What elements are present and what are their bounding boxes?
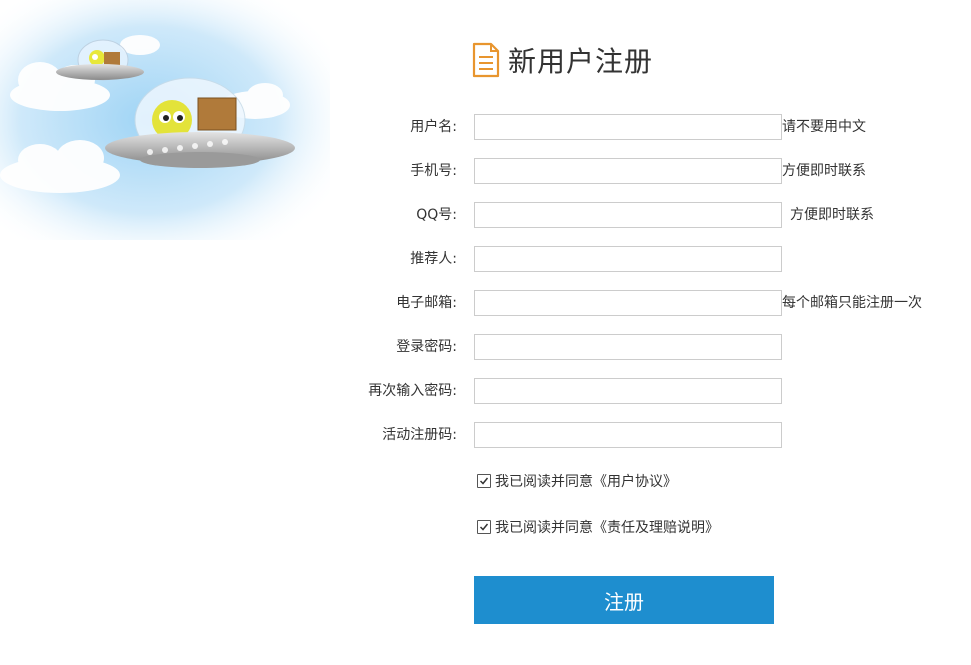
phone-hint: 方便即时联系: [782, 163, 866, 179]
activation-code-input[interactable]: [474, 422, 782, 448]
user-agreement-checkbox[interactable]: [477, 474, 491, 488]
checkmark-icon: [479, 477, 489, 485]
phone-label: 手机号:: [410, 163, 457, 179]
form-row-phone: 手机号: 方便即时联系: [0, 158, 971, 184]
phone-input[interactable]: [474, 158, 782, 184]
form-row-password: 登录密码:: [0, 334, 971, 360]
password-label: 登录密码:: [396, 339, 457, 355]
agreement-liability: 我已阅读并同意《责任及理赔说明》: [477, 517, 719, 537]
form-row-activation-code: 活动注册码:: [0, 422, 971, 448]
qq-label: QQ号:: [416, 207, 457, 223]
password-input[interactable]: [474, 334, 782, 360]
activation-code-label: 活动注册码:: [382, 427, 457, 443]
password-confirm-input[interactable]: [474, 378, 782, 404]
page-title: 新用户注册: [508, 45, 654, 78]
liability-agreement-checkbox[interactable]: [477, 520, 491, 534]
email-hint: 每个邮箱只能注册一次: [782, 295, 922, 311]
email-label: 电子邮箱:: [396, 295, 457, 311]
qq-hint: 方便即时联系: [790, 207, 874, 223]
form-row-password-confirm: 再次输入密码:: [0, 378, 971, 404]
agreement-user: 我已阅读并同意《用户协议》: [477, 471, 677, 491]
username-input[interactable]: [474, 114, 782, 140]
form-row-qq: QQ号: 方便即时联系: [0, 202, 971, 228]
liability-agreement-text[interactable]: 我已阅读并同意《责任及理赔说明》: [495, 517, 719, 537]
password-confirm-label: 再次输入密码:: [368, 383, 457, 399]
referrer-label: 推荐人:: [410, 251, 457, 267]
form-row-email: 电子邮箱: 每个邮箱只能注册一次: [0, 290, 971, 316]
username-label: 用户名:: [410, 119, 457, 135]
checkmark-icon: [479, 523, 489, 531]
form-row-username: 用户名: 请不要用中文: [0, 114, 971, 140]
referrer-input[interactable]: [474, 246, 782, 272]
register-button[interactable]: 注册: [474, 576, 774, 624]
page-header: 新用户注册: [472, 40, 653, 80]
form-row-referrer: 推荐人:: [0, 246, 971, 272]
document-icon: [472, 42, 500, 78]
qq-input[interactable]: [474, 202, 782, 228]
user-agreement-text[interactable]: 我已阅读并同意《用户协议》: [495, 471, 677, 491]
username-hint: 请不要用中文: [782, 119, 866, 135]
email-input[interactable]: [474, 290, 782, 316]
